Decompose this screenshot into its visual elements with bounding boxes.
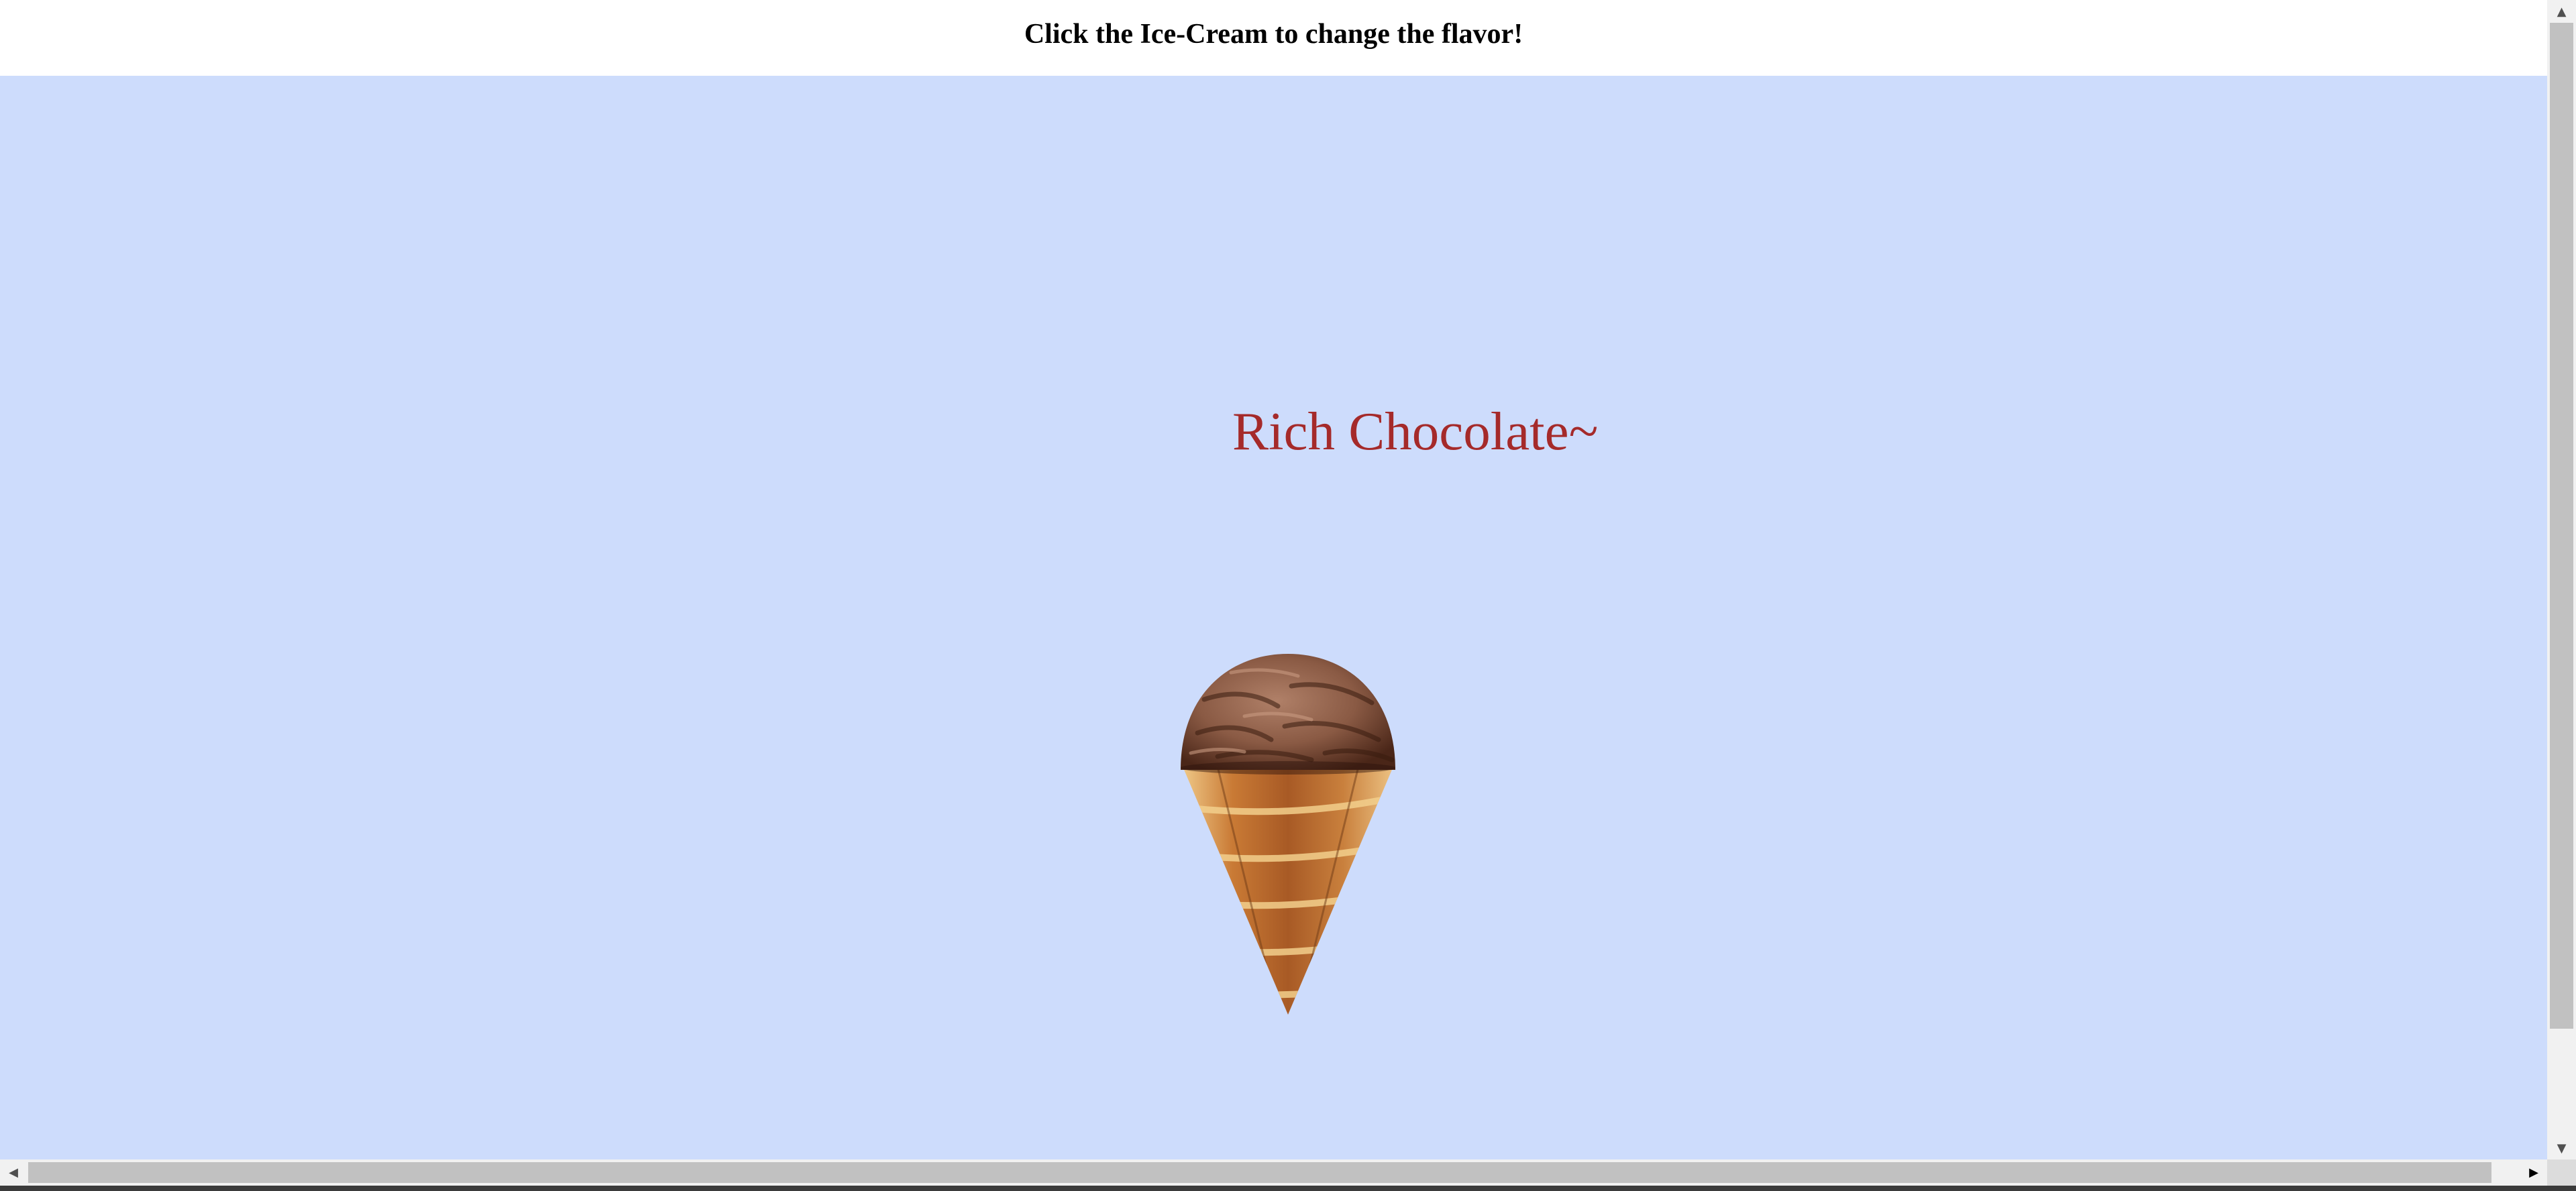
flavor-label: Rich Chocolate~ xyxy=(1232,401,1599,461)
scroll-up-arrow-icon[interactable]: ▲ xyxy=(2547,0,2576,23)
vertical-scrollbar[interactable]: ▲ ▼ xyxy=(2547,0,2576,1159)
scroll-down-arrow-icon[interactable]: ▼ xyxy=(2547,1137,2576,1159)
header-bar: Click the Ice-Cream to change the flavor… xyxy=(0,0,2547,76)
scroll-left-arrow-icon[interactable]: ◀ xyxy=(0,1159,27,1186)
ice-cream-cone-icon[interactable] xyxy=(1177,653,1399,1018)
page-viewport: Click the Ice-Cream to change the flavor… xyxy=(0,0,2547,1159)
page-title: Click the Ice-Cream to change the flavor… xyxy=(1024,18,1523,50)
scroll-right-arrow-icon[interactable]: ▶ xyxy=(2520,1159,2547,1186)
ice-cream-stage: Rich Chocolate~ xyxy=(0,76,2547,1159)
horizontal-scroll-thumb[interactable] xyxy=(28,1162,2491,1183)
horizontal-scrollbar[interactable]: ◀ ▶ xyxy=(0,1159,2547,1186)
scrollbar-corner xyxy=(2547,1159,2576,1186)
window-bottom-edge xyxy=(0,1186,2576,1191)
vertical-scroll-thumb[interactable] xyxy=(2550,23,2573,1029)
